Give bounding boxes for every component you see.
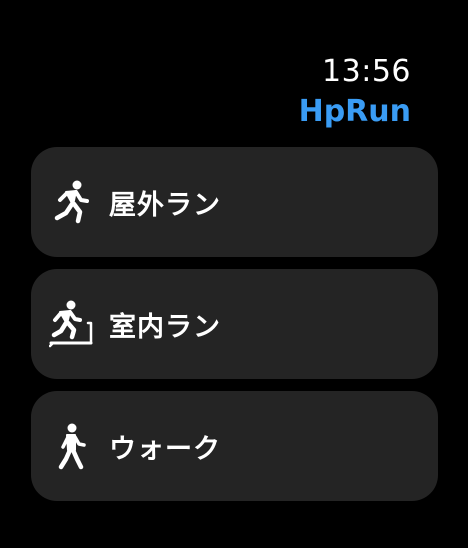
workout-menu: 屋外ラン 室内ラン ウォーク bbox=[31, 147, 438, 513]
status-bar: 13:56 HpRun bbox=[299, 52, 411, 130]
menu-item-outdoor-run[interactable]: 屋外ラン bbox=[31, 147, 438, 257]
treadmill-run-icon bbox=[49, 296, 95, 352]
walk-icon bbox=[49, 418, 95, 474]
app-title: HpRun bbox=[298, 94, 411, 129]
menu-item-label: 室内ラン bbox=[109, 311, 221, 343]
menu-item-label: 屋外ラン bbox=[109, 189, 221, 221]
menu-item-walk[interactable]: ウォーク bbox=[31, 391, 438, 501]
menu-item-label: ウォーク bbox=[109, 433, 221, 465]
menu-item-indoor-run[interactable]: 室内ラン bbox=[31, 269, 438, 379]
outdoor-run-icon bbox=[49, 174, 95, 230]
clock: 13:56 bbox=[322, 54, 411, 89]
